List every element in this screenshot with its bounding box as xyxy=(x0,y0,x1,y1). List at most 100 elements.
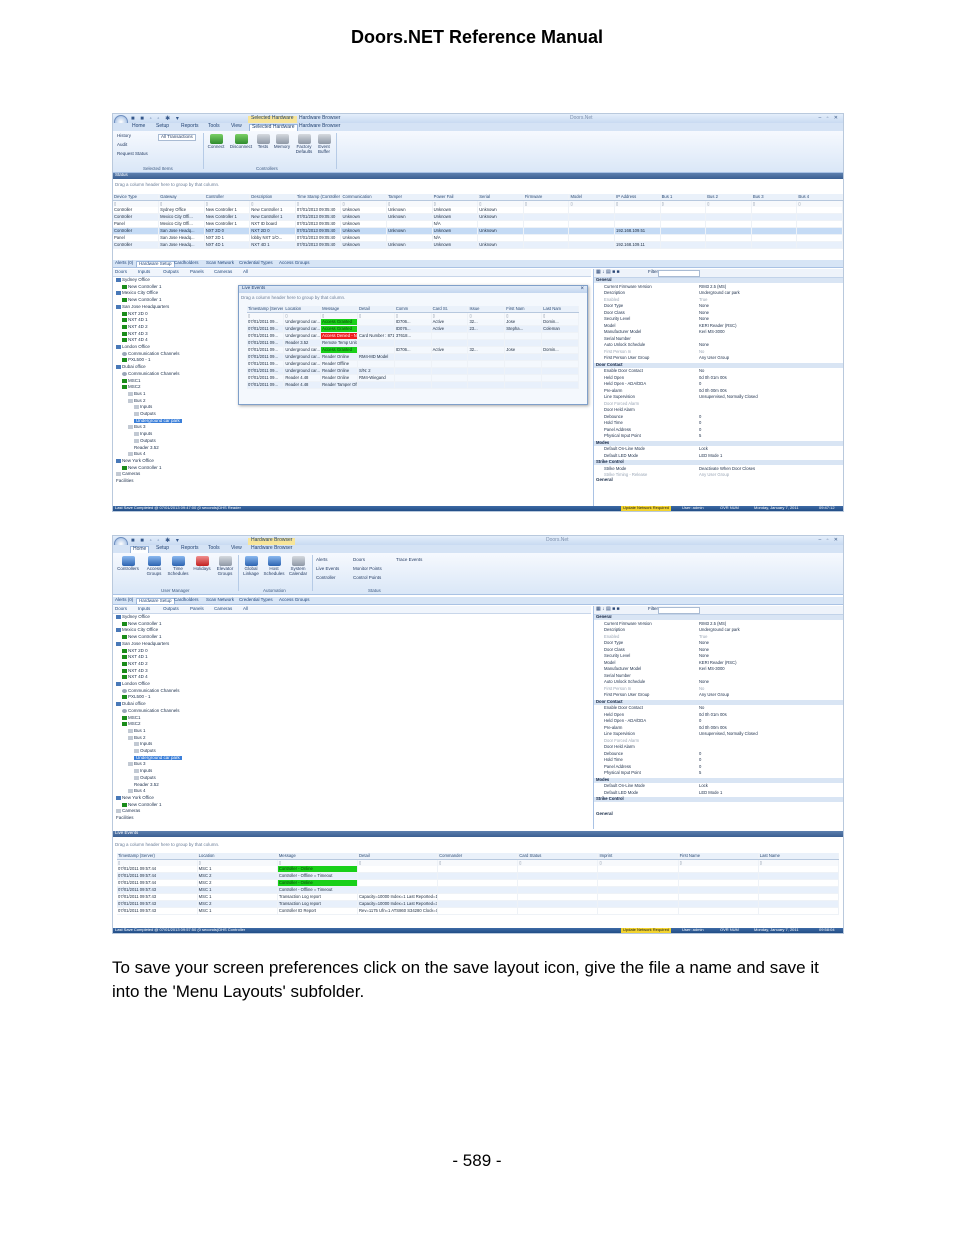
tree-node[interactable]: Underground car park xyxy=(134,418,182,424)
table-row[interactable]: 07/01/2011 09... Reader 4.48 Reader Online… xyxy=(247,374,579,382)
property-value[interactable]: Unsupervised, Normally Closed xyxy=(699,731,758,736)
property-value[interactable]: Deactivate When Door Closes xyxy=(699,466,755,471)
property-value[interactable]: 0 xyxy=(699,751,701,756)
tree-node[interactable]: New Controller 1 xyxy=(122,284,162,290)
tree-node[interactable]: Bus 1 xyxy=(128,728,146,734)
property-row[interactable]: Door Forced Alarm xyxy=(594,401,843,407)
property-row[interactable]: Enable Door Contact No xyxy=(594,705,843,711)
filter-inputs[interactable]: Inputs xyxy=(138,606,150,612)
property-value[interactable]: Any User Group xyxy=(699,472,729,477)
tab-cardholders[interactable]: Cardholders xyxy=(174,597,199,603)
tab-tools[interactable]: Tools xyxy=(208,124,220,131)
property-value[interactable]: 0 xyxy=(699,414,701,419)
global-linkage-button[interactable]: Global Linkage xyxy=(241,556,261,576)
property-row[interactable]: Model KERI Reader (RSC) xyxy=(594,323,843,329)
tree-node[interactable]: Outputs xyxy=(134,411,156,417)
tree-node[interactable]: Inputs xyxy=(134,769,152,774)
filter-doors[interactable]: Doors xyxy=(115,269,127,275)
tab-tools[interactable]: Tools xyxy=(208,546,220,553)
tree-node[interactable]: New York Office xyxy=(116,795,154,801)
table-row[interactable]: 07/01/2011 09:57:44 MSC 2 Controller - Off… xyxy=(117,872,840,880)
tree-node[interactable]: NXT 4D 3 xyxy=(122,331,148,337)
tab-credential-types[interactable]: Credential Types xyxy=(239,260,273,266)
table-row[interactable]: 07/01/2011 09... Reader 4.48 Reader Tamper… xyxy=(247,381,579,389)
tree-node[interactable]: MSC1 xyxy=(122,715,141,721)
context-tab-hardware-browser[interactable]: Hardware Browser xyxy=(296,116,343,123)
property-category[interactable]: Modes xyxy=(594,777,843,783)
tree-node[interactable]: London Office xyxy=(116,681,150,687)
property-value[interactable]: 0 xyxy=(699,427,701,432)
filter-cameras[interactable]: Cameras xyxy=(214,606,232,612)
property-value[interactable]: None xyxy=(699,310,709,315)
controllers-button[interactable]: Controllers xyxy=(115,556,141,572)
tree-node[interactable]: Bus 2 xyxy=(128,398,146,404)
property-row[interactable]: First Person User Group Any User Group xyxy=(594,355,843,361)
request-status-button[interactable]: Request Status xyxy=(117,151,148,157)
property-value[interactable]: Keri MS-3000 xyxy=(699,329,725,334)
tree-node[interactable]: New Controller 1 xyxy=(122,621,162,627)
filter-input[interactable] xyxy=(658,270,700,277)
tab-setup[interactable]: Setup xyxy=(156,546,169,553)
tab-view[interactable]: View xyxy=(231,546,242,553)
table-row[interactable]: 07/01/2011 09:57:43 MSC 1 Controller ID Re… xyxy=(117,907,840,915)
tree-node[interactable]: NXT 4D 2 xyxy=(122,661,148,667)
property-category[interactable]: Strike Control xyxy=(594,796,843,803)
tree-node[interactable]: MSC2 xyxy=(122,722,141,727)
property-value[interactable]: True xyxy=(699,634,707,639)
property-value[interactable]: KERI Reader (RSC) xyxy=(699,323,736,328)
tree-node[interactable]: Communication Channels xyxy=(122,688,180,694)
tree-node[interactable]: Reader 3.52 xyxy=(134,782,159,788)
property-value[interactable]: KERI Reader (RSC) xyxy=(699,660,736,665)
memory-button[interactable]: Memory xyxy=(272,134,292,150)
disconnect-button[interactable]: Disconnect xyxy=(229,134,253,150)
tab-hardware-setup[interactable]: Hardware Setup xyxy=(136,261,175,267)
property-value[interactable]: Any User Group xyxy=(699,692,729,697)
property-category[interactable]: General xyxy=(594,277,843,284)
tree-node[interactable]: New Controller 1 xyxy=(122,298,162,303)
property-value[interactable]: RIM3 2.5 (MS) xyxy=(699,284,726,289)
tree-node[interactable]: NXT 2D 0 xyxy=(122,648,148,654)
property-value[interactable]: 0 xyxy=(699,764,701,769)
property-value[interactable]: RIM3 2.5 (MS) xyxy=(699,621,726,626)
tree-node[interactable]: Reader 3.52 xyxy=(134,445,159,451)
elevator-groups-button[interactable]: Elevator Groups xyxy=(214,556,236,576)
property-row[interactable]: Default On-Line Mode Lock xyxy=(594,446,843,452)
sort-icons[interactable]: ▦ ↓ ▤ ■ ■ xyxy=(596,607,620,612)
tab-access-groups[interactable]: Access Groups xyxy=(279,597,310,603)
tree-node[interactable]: London Office xyxy=(116,344,150,350)
access-groups-button[interactable]: Access Groups xyxy=(143,556,165,576)
tab-setup[interactable]: Setup xyxy=(156,124,169,131)
property-row[interactable]: Physical Input Point 5 xyxy=(594,433,843,439)
property-value[interactable]: None xyxy=(699,342,709,347)
property-value[interactable]: 0 xyxy=(699,718,701,723)
property-row[interactable]: Door Held Alarm xyxy=(594,744,843,750)
tree-node[interactable]: Communication Channels xyxy=(122,708,180,714)
property-category[interactable]: Door Contact xyxy=(594,699,843,705)
property-category[interactable]: Strike Control xyxy=(594,459,843,466)
tree-node[interactable]: Dubai office xyxy=(116,365,146,370)
tests-button[interactable]: Tests xyxy=(255,134,271,150)
tree-node[interactable]: Cameras xyxy=(116,472,140,477)
table-row[interactable]: Controller San Jose Headq... NXT 2D 0 NXT 2… xyxy=(113,227,843,235)
control-points-button[interactable]: Control Points xyxy=(353,575,381,581)
context-tab-selected-hardware[interactable]: Selected Hardware xyxy=(248,116,297,123)
tree-node[interactable]: Outputs xyxy=(134,438,156,444)
property-row[interactable]: Held Open 0d 0h 01m 00s xyxy=(594,375,843,381)
property-row[interactable]: Security Level None xyxy=(594,316,843,322)
table-row[interactable]: 07/01/2011 09... Reader 3.52 Remote Temp U… xyxy=(247,339,579,347)
property-row[interactable]: Security Level None xyxy=(594,653,843,659)
property-row[interactable]: Debounce 0 xyxy=(594,751,843,757)
tree-node[interactable]: Dubai office xyxy=(116,702,146,707)
tab-hardware-browser[interactable]: Hardware Browser xyxy=(299,124,340,131)
tree-node[interactable]: Inputs xyxy=(134,432,152,437)
tree-node[interactable]: Communication Channels xyxy=(122,351,180,357)
tree-node[interactable]: Facilities xyxy=(116,815,134,821)
property-value[interactable]: None xyxy=(699,640,709,645)
tree-node[interactable]: San Jose Headquarters xyxy=(116,304,169,310)
tree-node[interactable]: Bus 4 xyxy=(128,789,146,794)
property-value[interactable]: None xyxy=(699,653,709,658)
tree-node[interactable]: Facilities xyxy=(116,478,134,484)
property-value[interactable]: 0 xyxy=(699,757,701,762)
tab-view[interactable]: View xyxy=(231,124,242,131)
property-row[interactable]: Manufacturer Model Keri MS-3000 xyxy=(594,329,843,335)
